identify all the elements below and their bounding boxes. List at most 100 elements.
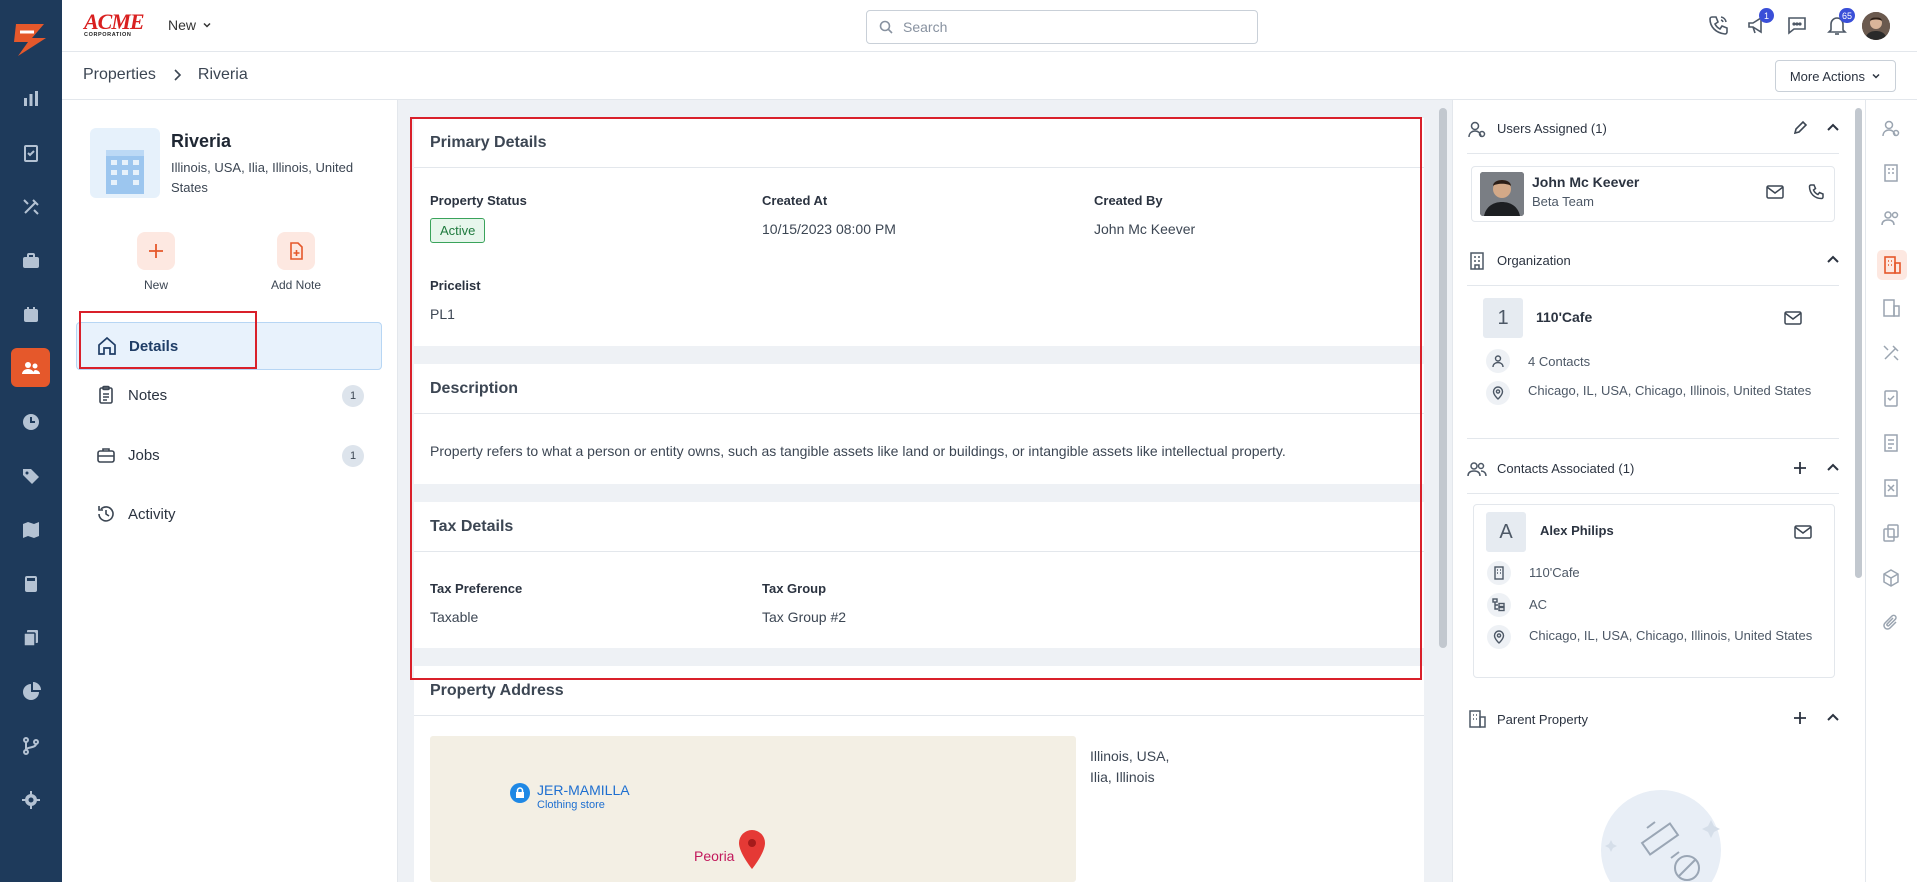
chat-icon[interactable] bbox=[1786, 14, 1810, 38]
package-icon[interactable] bbox=[1881, 568, 1903, 590]
contacts-associated-title: Contacts Associated (1) bbox=[1497, 461, 1635, 476]
quick-action-add-note-label: Add Note bbox=[270, 278, 322, 292]
breadcrumb: Properties Riveria bbox=[83, 66, 248, 84]
contacts-icon[interactable] bbox=[11, 348, 50, 387]
location-icon bbox=[1487, 625, 1511, 649]
more-actions-button[interactable]: More Actions bbox=[1774, 60, 1896, 92]
mail-icon[interactable] bbox=[1794, 525, 1812, 539]
nav-item-details-label: Details bbox=[129, 337, 179, 355]
assigned-user-card[interactable]: John Mc Keever Beta Team bbox=[1471, 166, 1835, 222]
collapse-chevron-up-icon[interactable] bbox=[1825, 252, 1843, 270]
users-assigned-icon[interactable] bbox=[1881, 118, 1903, 140]
contact-card[interactable]: A Alex Philips 110'Cafe AC Chicago, IL, … bbox=[1473, 504, 1835, 678]
bell-icon[interactable]: 65 bbox=[1826, 8, 1856, 38]
primary-details-title: Primary Details bbox=[414, 118, 1424, 168]
breadcrumb-current: Riveria bbox=[197, 66, 248, 83]
organization-title: Organization bbox=[1497, 253, 1571, 268]
new-dropdown[interactable]: New bbox=[168, 17, 212, 33]
search-icon bbox=[879, 20, 893, 34]
created-by-label: Created By bbox=[1094, 193, 1163, 208]
briefcase-icon[interactable] bbox=[11, 241, 50, 280]
location-pin-icon[interactable] bbox=[738, 830, 766, 870]
map-city-label: Peoria bbox=[694, 848, 735, 864]
store-pin-icon[interactable] bbox=[510, 783, 530, 803]
work-orders-icon[interactable] bbox=[11, 133, 50, 172]
tools-icon[interactable] bbox=[1881, 343, 1903, 365]
property-icon[interactable] bbox=[1877, 250, 1907, 280]
tax-group-value: Tax Group #2 bbox=[762, 609, 847, 625]
building-icon bbox=[1469, 710, 1486, 728]
users-assigned-title: Users Assigned (1) bbox=[1497, 121, 1607, 136]
acme-logo[interactable]: ACME CORPORATION bbox=[84, 11, 148, 40]
app-logo-icon[interactable] bbox=[10, 18, 52, 60]
history-icon bbox=[98, 506, 114, 522]
user-avatar[interactable] bbox=[1862, 12, 1890, 40]
description-title: Description bbox=[414, 364, 1424, 414]
attachment-icon[interactable] bbox=[1881, 613, 1903, 635]
add-note-icon[interactable] bbox=[277, 232, 315, 270]
parent-property-icon[interactable] bbox=[1881, 298, 1903, 320]
organization-icon[interactable] bbox=[1881, 163, 1903, 185]
add-plus-icon[interactable] bbox=[1792, 710, 1810, 728]
more-actions-label: More Actions bbox=[1789, 68, 1865, 84]
reports-pie-icon[interactable] bbox=[11, 672, 50, 711]
announcement-icon[interactable]: 1 bbox=[1746, 8, 1774, 38]
nav-item-jobs-label: Jobs bbox=[128, 446, 160, 464]
organization-header: Organization bbox=[1467, 236, 1839, 286]
plus-icon[interactable] bbox=[137, 232, 175, 270]
tools-icon[interactable] bbox=[11, 187, 50, 226]
nav-item-notes[interactable]: Notes 1 bbox=[76, 371, 382, 419]
mail-icon[interactable] bbox=[1766, 185, 1784, 199]
phone-call-icon[interactable] bbox=[1707, 14, 1731, 38]
collapse-chevron-up-icon[interactable] bbox=[1825, 710, 1843, 728]
organization-contacts-count[interactable]: 4 Contacts bbox=[1528, 351, 1590, 372]
edit-pencil-icon[interactable] bbox=[1792, 120, 1810, 138]
checklist-icon[interactable] bbox=[1881, 388, 1903, 410]
nav-item-details[interactable]: Details bbox=[76, 322, 382, 370]
map-icon[interactable] bbox=[11, 510, 50, 549]
nav-item-jobs[interactable]: Jobs 1 bbox=[76, 431, 382, 479]
organization-name[interactable]: 110'Cafe bbox=[1536, 309, 1592, 325]
breadcrumb-properties-link[interactable]: Properties bbox=[83, 66, 156, 84]
documents-icon[interactable] bbox=[11, 618, 50, 657]
workflow-icon[interactable] bbox=[11, 726, 50, 765]
calculator-icon[interactable] bbox=[11, 564, 50, 603]
phone-icon[interactable] bbox=[1808, 184, 1824, 200]
user-icon bbox=[1468, 121, 1486, 137]
add-plus-icon[interactable] bbox=[1792, 460, 1810, 478]
quick-action-add-note[interactable]: Add Note bbox=[251, 232, 341, 292]
tag-icon[interactable] bbox=[11, 456, 50, 495]
calendar-icon[interactable] bbox=[11, 295, 50, 334]
property-name: Riveria bbox=[171, 131, 232, 151]
user-photo bbox=[1480, 172, 1524, 216]
search-input[interactable] bbox=[903, 19, 1223, 35]
home-icon bbox=[98, 336, 116, 355]
receipt-icon[interactable] bbox=[1881, 478, 1903, 500]
primary-details-card: Primary Details Property Status Active C… bbox=[414, 118, 1424, 346]
copy-icon[interactable] bbox=[1881, 523, 1903, 545]
collapse-chevron-up-icon[interactable] bbox=[1825, 460, 1843, 478]
announcement-badge: 1 bbox=[1759, 8, 1774, 23]
address-line-2: Ilia, Illinois bbox=[1090, 769, 1155, 785]
contacts-icon[interactable] bbox=[1881, 208, 1903, 230]
clock-icon[interactable] bbox=[11, 402, 50, 441]
mail-icon[interactable] bbox=[1784, 311, 1802, 325]
tax-preference-value: Taxable bbox=[430, 609, 479, 625]
nav-item-activity[interactable]: Activity bbox=[76, 490, 382, 538]
description-text: Property refers to what a person or enti… bbox=[430, 443, 1286, 459]
invoice-icon[interactable] bbox=[1881, 433, 1903, 455]
contact-initial: A bbox=[1486, 512, 1526, 552]
map-view[interactable]: JER-MAMILLA Clothing store Peoria bbox=[430, 736, 1076, 882]
dashboard-icon[interactable] bbox=[11, 79, 50, 118]
notes-count-badge: 1 bbox=[342, 385, 364, 407]
contact-name[interactable]: Alex Philips bbox=[1540, 523, 1614, 538]
quick-action-new[interactable]: New bbox=[111, 232, 201, 292]
pricelist-label: Pricelist bbox=[430, 278, 481, 293]
left-nav-rail bbox=[0, 0, 62, 882]
jobs-count-badge: 1 bbox=[342, 445, 364, 467]
content-scrollbar[interactable] bbox=[1439, 108, 1447, 648]
collapse-chevron-up-icon[interactable] bbox=[1825, 120, 1843, 138]
settings-gear-icon[interactable] bbox=[11, 780, 50, 819]
briefcase-icon bbox=[97, 448, 115, 463]
related-panel-scrollbar[interactable] bbox=[1855, 108, 1862, 578]
